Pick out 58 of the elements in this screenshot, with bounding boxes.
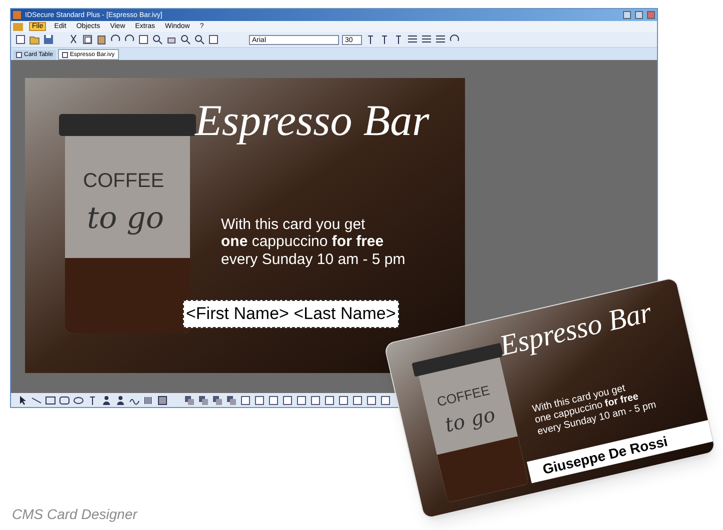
maximize-button[interactable]	[635, 11, 643, 19]
paste-icon[interactable]	[96, 34, 107, 45]
cut-icon[interactable]	[68, 34, 79, 45]
ellipse-icon[interactable]	[73, 394, 84, 406]
zoom-in-icon[interactable]	[180, 34, 191, 45]
cup-label: COFFEE	[435, 382, 492, 411]
grid-icon[interactable]	[157, 394, 168, 406]
card-title: Espresso Bar	[195, 95, 430, 147]
copy-icon[interactable]	[82, 34, 93, 45]
fit-page-icon[interactable]	[208, 34, 219, 45]
align-center-icon[interactable]	[421, 34, 432, 45]
align-icon[interactable]	[338, 394, 349, 406]
frame-icon[interactable]	[138, 34, 149, 45]
line-icon[interactable]	[31, 394, 42, 406]
cup-label: COFFEE	[83, 169, 164, 194]
underline-icon[interactable]	[393, 34, 404, 45]
app-icon	[13, 11, 21, 19]
align-right-icon[interactable]	[435, 34, 446, 45]
minimize-button[interactable]	[623, 11, 631, 19]
person-icon[interactable]	[101, 394, 112, 406]
bold-icon[interactable]	[365, 34, 376, 45]
layer-icon[interactable]	[226, 394, 237, 406]
align-left-icon[interactable]	[407, 34, 418, 45]
card-icon	[62, 52, 68, 58]
layer-icon[interactable]	[198, 394, 209, 406]
align-icon[interactable]	[268, 394, 279, 406]
align-icon[interactable]	[254, 394, 265, 406]
cup-script: to go	[87, 200, 164, 238]
rectangle-icon[interactable]	[45, 394, 56, 406]
italic-icon[interactable]	[379, 34, 390, 45]
layer-icon[interactable]	[184, 394, 195, 406]
align-icon[interactable]	[380, 394, 391, 406]
rounded-rectangle-icon[interactable]	[59, 394, 70, 406]
caption: CMS Card Designer	[12, 505, 138, 524]
align-icon[interactable]	[310, 394, 321, 406]
align-icon[interactable]	[282, 394, 293, 406]
new-file-icon[interactable]	[15, 34, 26, 45]
zoom-out-icon[interactable]	[194, 34, 205, 45]
text-icon[interactable]	[87, 394, 98, 406]
card-text-line: one cappuccino for free	[221, 233, 385, 250]
card-icon	[16, 52, 22, 58]
document-icon	[13, 22, 23, 30]
align-icon[interactable]	[352, 394, 363, 406]
open-folder-icon[interactable]	[29, 34, 40, 45]
card-text-line: With this card you get	[221, 216, 366, 234]
card-title: Espresso Bar	[496, 295, 656, 364]
person-icon[interactable]	[115, 394, 126, 406]
align-icon[interactable]	[296, 394, 307, 406]
preview-icon[interactable]	[152, 34, 163, 45]
layer-icon[interactable]	[212, 394, 223, 406]
align-icon[interactable]	[366, 394, 377, 406]
name-field[interactable]: <First Name> <Last Name>	[183, 300, 399, 328]
pointer-icon[interactable]	[17, 394, 28, 406]
align-icon[interactable]	[240, 394, 251, 406]
barcode-icon[interactable]	[143, 394, 154, 406]
save-icon[interactable]	[43, 34, 54, 45]
align-icon[interactable]	[324, 394, 335, 406]
card-text-line: every Sunday 10 am - 5 pm	[221, 250, 406, 268]
